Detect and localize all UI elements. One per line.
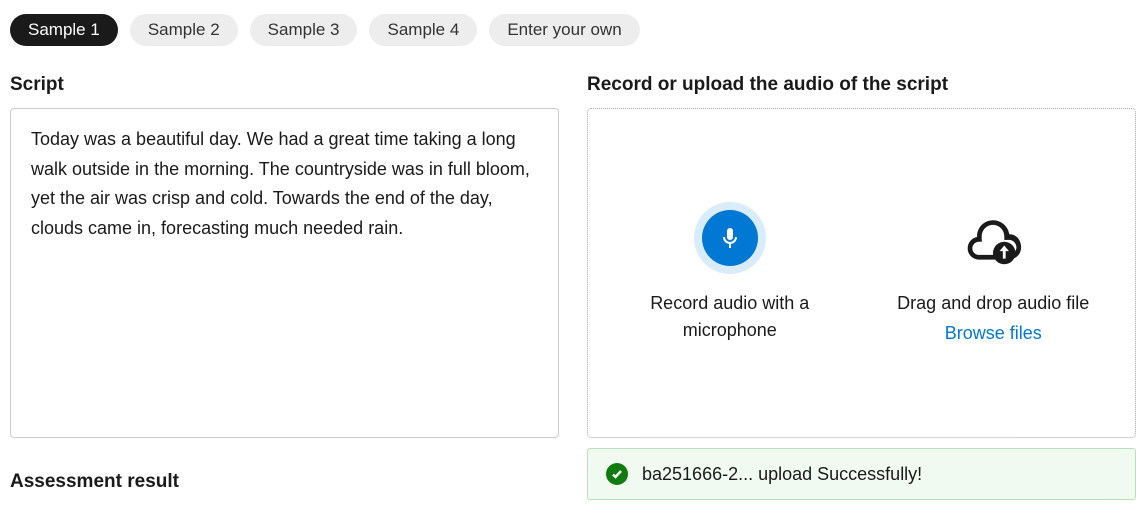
record-label: Record audio with a microphone <box>611 290 848 344</box>
tab-sample-4[interactable]: Sample 4 <box>369 14 477 46</box>
upload-status-message: ba251666-2... upload Successfully! <box>642 464 922 485</box>
tab-enter-own[interactable]: Enter your own <box>489 14 639 46</box>
upload-dropzone[interactable]: Record audio with a microphone Drag and … <box>587 108 1136 438</box>
tab-sample-3[interactable]: Sample 3 <box>250 14 358 46</box>
upload-heading: Record or upload the audio of the script <box>587 74 1136 96</box>
dragdrop-option: Drag and drop audio file Browse files <box>875 202 1112 344</box>
cloud-upload-icon <box>963 202 1023 274</box>
sample-tabs: Sample 1 Sample 2 Sample 3 Sample 4 Ente… <box>10 14 1136 46</box>
upload-column: Record or upload the audio of the script… <box>587 74 1136 500</box>
script-heading: Script <box>10 74 559 96</box>
content-row: Script Assessment result Record or uploa… <box>10 74 1136 500</box>
script-column: Script Assessment result <box>10 74 559 500</box>
script-textarea[interactable] <box>10 108 559 438</box>
dragdrop-label: Drag and drop audio file <box>897 290 1089 317</box>
assessment-heading: Assessment result <box>10 471 559 493</box>
upload-status-banner: ba251666-2... upload Successfully! <box>587 448 1136 500</box>
browse-files-link[interactable]: Browse files <box>945 323 1042 344</box>
microphone-icon <box>702 210 758 266</box>
tab-sample-1[interactable]: Sample 1 <box>10 14 118 46</box>
record-option: Record audio with a microphone <box>611 202 848 344</box>
success-check-icon <box>606 463 628 485</box>
record-button[interactable] <box>694 202 766 274</box>
tab-sample-2[interactable]: Sample 2 <box>130 14 238 46</box>
